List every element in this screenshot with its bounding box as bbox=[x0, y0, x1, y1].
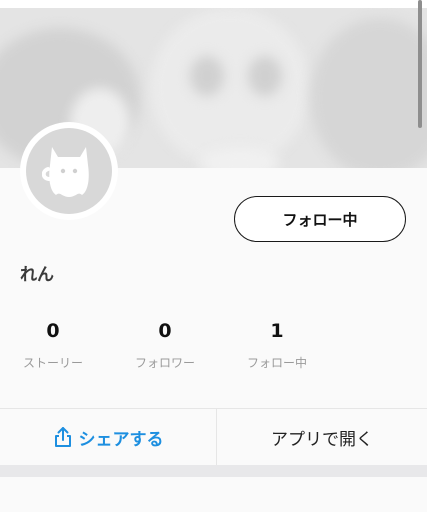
stat-label: ストーリー bbox=[22, 356, 83, 370]
profile-page: フォロー中 れん 0 ストーリー 0 フォロワー 1 フォロー中 シェアする ア… bbox=[0, 0, 427, 512]
share-icon bbox=[53, 426, 73, 448]
section-separator bbox=[0, 465, 427, 477]
following-button[interactable]: フォロー中 bbox=[234, 196, 406, 242]
stat-followers[interactable]: 0 フォロワー bbox=[125, 318, 205, 371]
content-area bbox=[0, 477, 427, 512]
stat-stories[interactable]: 0 ストーリー bbox=[13, 318, 93, 371]
stat-value: 0 bbox=[46, 320, 60, 342]
open-in-app-button[interactable]: アプリで開く bbox=[217, 409, 427, 465]
action-bar: シェアする アプリで開く bbox=[0, 409, 427, 465]
ghost-cat-icon bbox=[41, 139, 96, 203]
share-button[interactable]: シェアする bbox=[0, 409, 216, 465]
top-strip bbox=[0, 0, 427, 8]
share-button-label: シェアする bbox=[78, 429, 164, 450]
stat-label: フォロワー bbox=[134, 356, 195, 370]
stat-value: 1 bbox=[270, 320, 284, 342]
scrollbar-thumb[interactable] bbox=[418, 0, 422, 128]
stat-value: 0 bbox=[158, 320, 172, 342]
stat-following[interactable]: 1 フォロー中 bbox=[237, 318, 317, 371]
avatar[interactable] bbox=[26, 128, 112, 214]
username: れん bbox=[20, 265, 54, 285]
stat-label: フォロー中 bbox=[246, 356, 307, 370]
